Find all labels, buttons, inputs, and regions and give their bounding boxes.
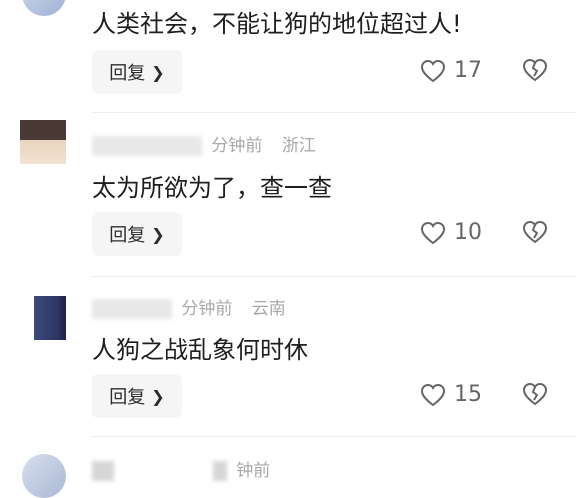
comment-meta: 钟前 <box>92 456 270 481</box>
comment-time: 分钟前 <box>211 136 263 156</box>
like-count: 15 <box>454 382 482 407</box>
broken-heart-icon <box>522 58 548 82</box>
comment-location: 浙江 <box>281 136 316 156</box>
comment-text: 人类社会，不能让狗的地位超过人! <box>92 10 462 38</box>
broken-heart-icon <box>522 220 548 244</box>
divider <box>92 436 576 437</box>
heart-icon <box>420 383 446 406</box>
reply-button[interactable]: 回复 ❯ <box>92 212 182 256</box>
like-count: 10 <box>454 220 482 245</box>
like-button[interactable]: 10 <box>420 220 482 245</box>
comment-meta: 分钟前 云南 <box>92 294 286 319</box>
avatar[interactable] <box>22 0 66 16</box>
reply-button[interactable]: 回复 ❯ <box>92 50 182 94</box>
comment-time: 钟前 <box>236 461 271 481</box>
heart-icon <box>420 59 446 82</box>
reply-label: 回复 <box>109 63 146 84</box>
username-redacted <box>212 461 227 481</box>
broken-heart-icon <box>522 382 548 406</box>
avatar[interactable] <box>20 120 66 164</box>
avatar[interactable] <box>20 296 66 340</box>
comment-text: 人狗之战乱象何时休 <box>92 336 308 364</box>
dislike-button[interactable] <box>522 382 548 410</box>
like-button[interactable]: 15 <box>420 382 482 407</box>
chevron-right-icon: ❯ <box>151 62 165 82</box>
username-redacted <box>92 136 202 156</box>
dislike-button[interactable] <box>522 220 548 248</box>
dislike-button[interactable] <box>522 58 548 86</box>
comment-meta: 分钟前 浙江 <box>92 131 316 156</box>
heart-icon <box>420 221 446 244</box>
chevron-right-icon: ❯ <box>151 224 165 244</box>
chevron-right-icon: ❯ <box>151 386 165 406</box>
username-redacted <box>92 299 172 319</box>
comment-location: 云南 <box>251 299 286 319</box>
like-button[interactable]: 17 <box>420 58 482 83</box>
reply-button[interactable]: 回复 ❯ <box>92 374 182 418</box>
like-count: 17 <box>454 58 482 83</box>
reply-label: 回复 <box>109 387 146 408</box>
divider <box>92 112 576 113</box>
comment-text: 太为所欲为了，查一查 <box>92 174 332 202</box>
avatar[interactable] <box>22 454 66 498</box>
username-redacted <box>123 461 204 481</box>
reply-label: 回复 <box>109 225 146 246</box>
comment-time: 分钟前 <box>181 299 233 319</box>
username-redacted <box>92 461 114 481</box>
divider <box>92 276 576 277</box>
